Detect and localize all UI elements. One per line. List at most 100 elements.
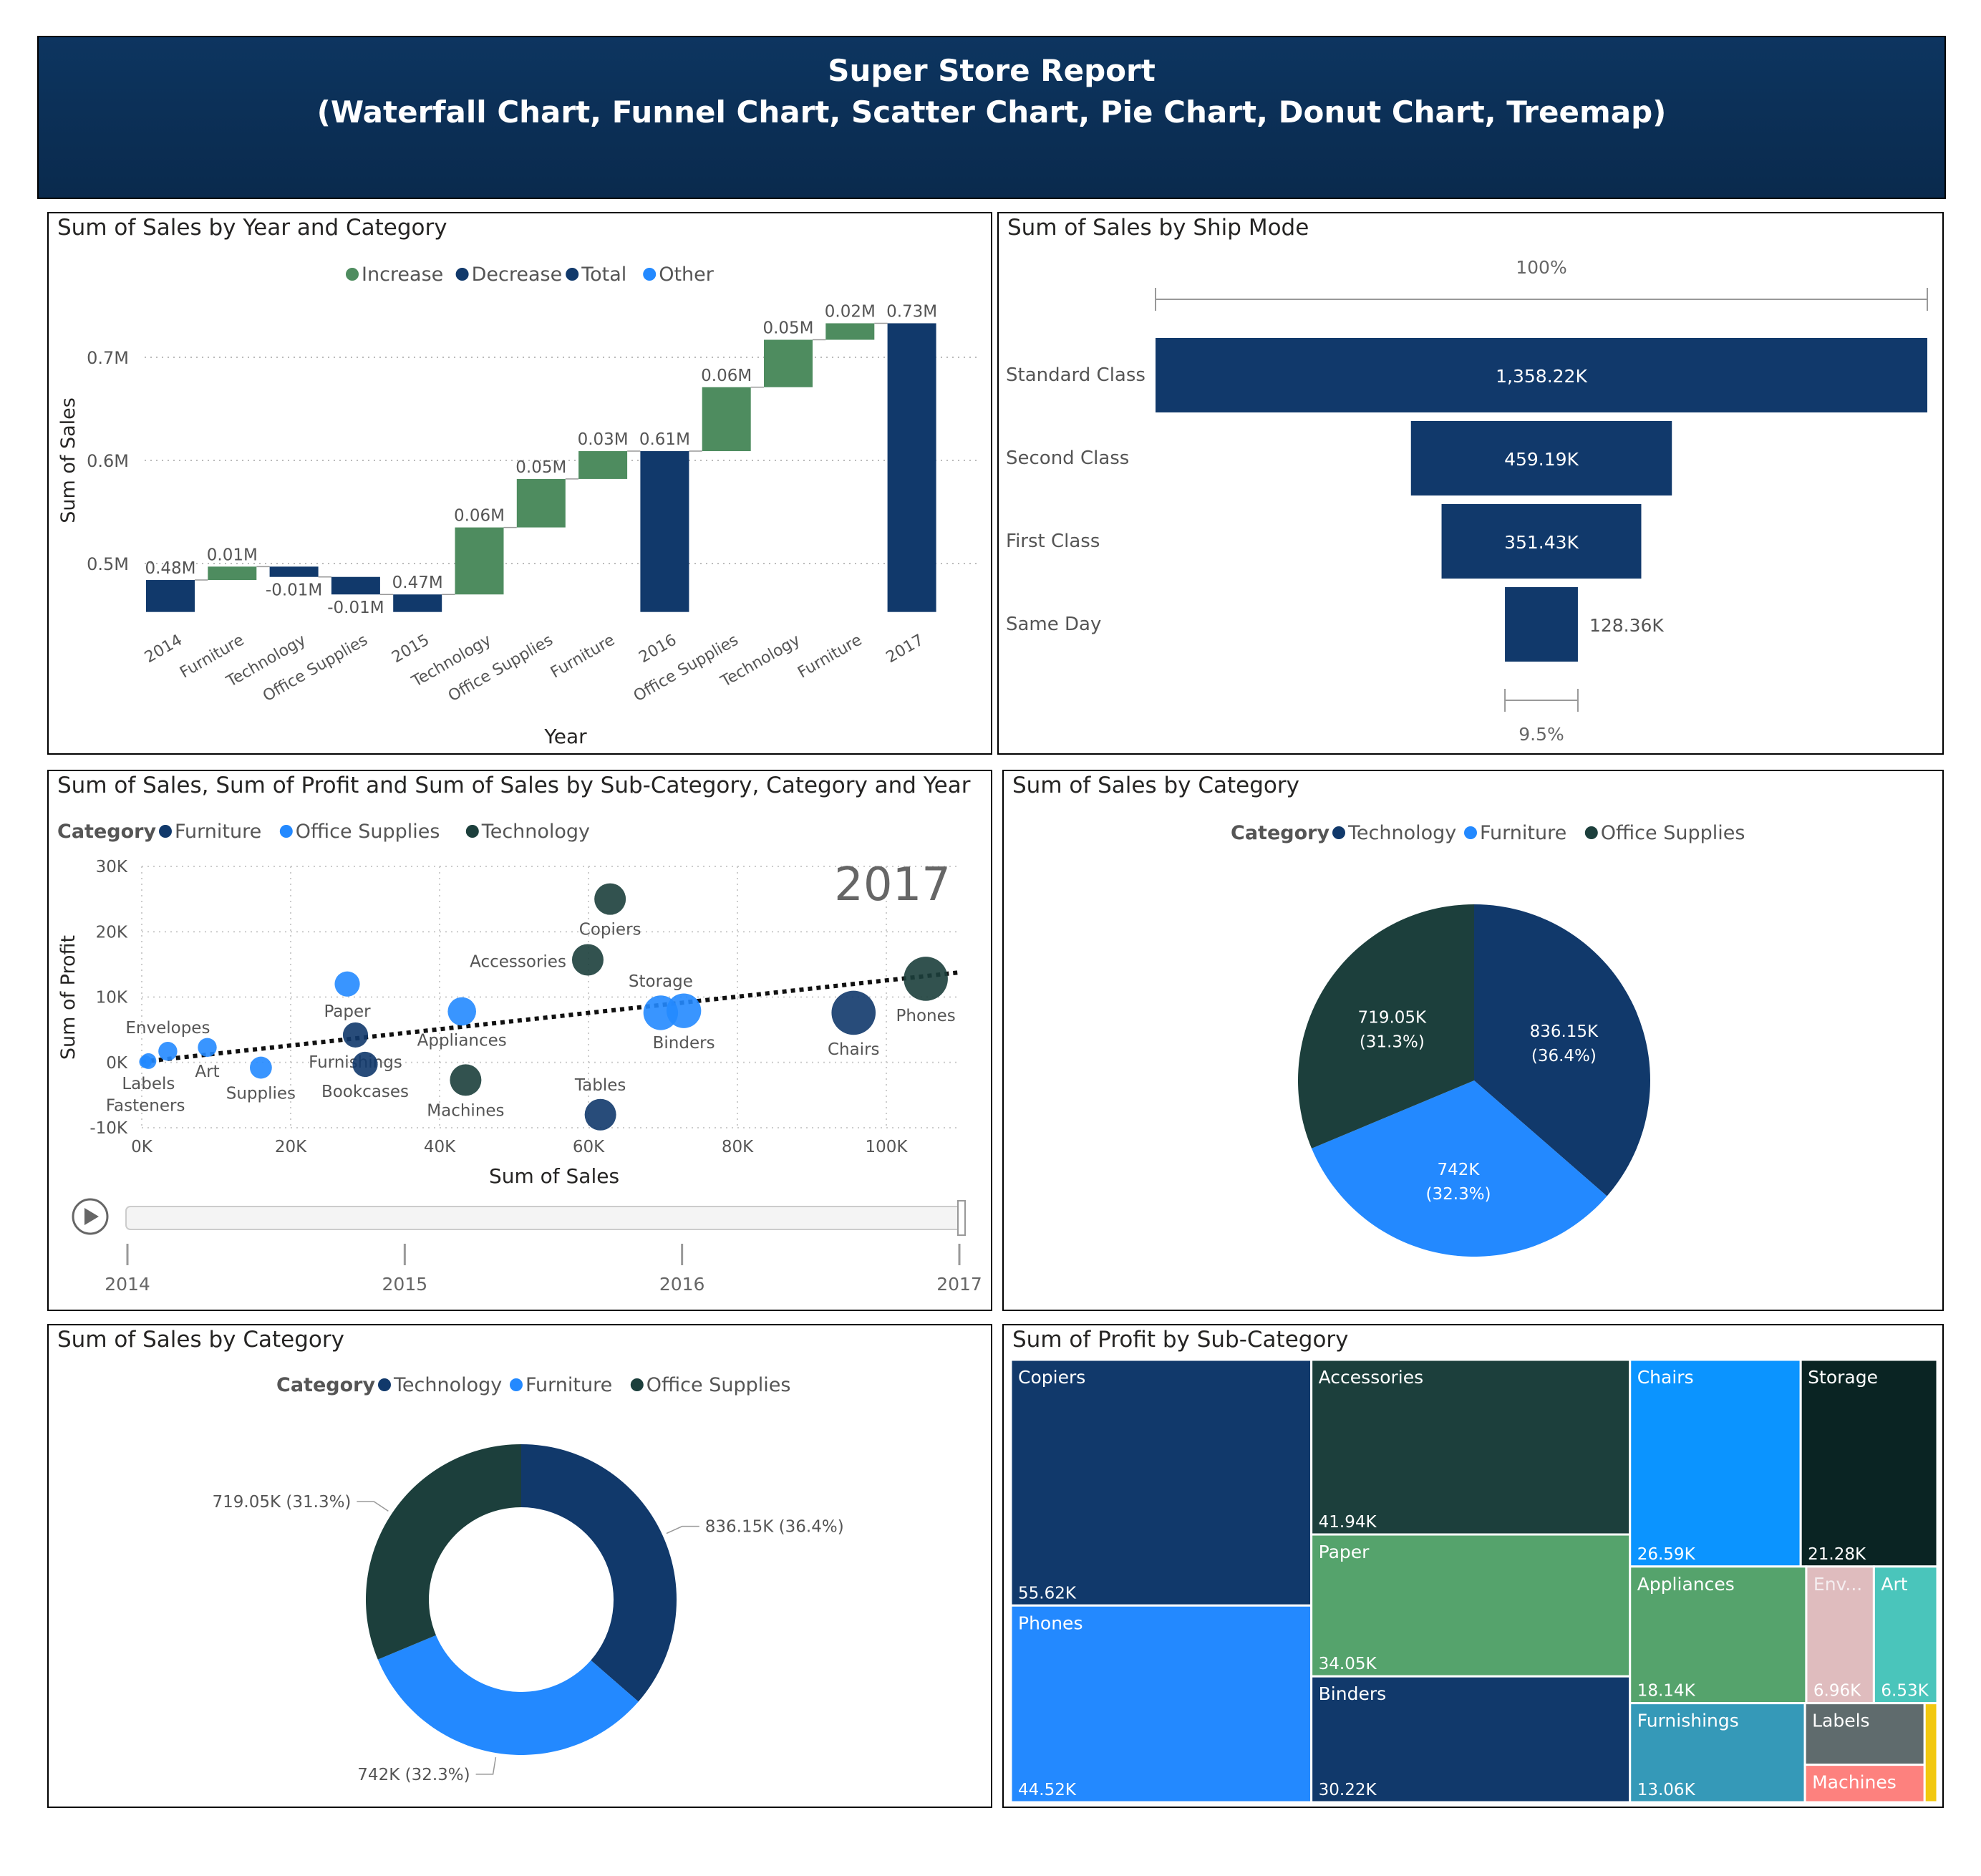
scatter-label-copiers: Copiers — [579, 921, 641, 939]
scatter-year-watermark: 2017 — [834, 859, 951, 912]
wf-xtick-7-furniture: Furniture — [548, 632, 618, 682]
donut-slice-office-supplies — [365, 1444, 521, 1660]
treemap-value-storage: 21.28K — [1808, 1545, 1866, 1564]
donut-panel[interactable]: Sum of Sales by Category Category Technol… — [47, 1324, 992, 1808]
wf-bar-4-2015 — [393, 594, 442, 612]
treemap-name-furnishings: Furnishings — [1637, 1711, 1739, 1731]
wf-ytick-0-7m: 0.7M — [87, 348, 129, 368]
scatter-label-phones: Phones — [896, 1007, 956, 1025]
scatter-label-binders: Binders — [653, 1034, 715, 1053]
scatter-panel[interactable]: Sum of Sales, Sum of Profit and Sum of S… — [47, 770, 992, 1311]
report-header: Super Store Report (Waterfall Chart, Fun… — [37, 36, 1946, 199]
donut-slice-technology — [521, 1444, 677, 1702]
wf-bar-9-office-supplies — [702, 387, 751, 452]
pie-pct-furniture: (32.3%) — [1426, 1185, 1491, 1204]
wf-xtick-4-2015: 2015 — [389, 632, 432, 667]
pie-legend-office-supplies: Office Supplies — [1601, 822, 1745, 844]
scatter-play-label-2015: 2015 — [382, 1274, 428, 1295]
scatter-y-axis-label: Sum of Profit — [57, 935, 79, 1060]
treemap-name-art: Art — [1881, 1574, 1907, 1595]
scatter-ytick-30k: 30K — [96, 858, 128, 876]
pie-panel[interactable]: Sum of Sales by Category Category Technol… — [1002, 770, 1944, 1311]
scatter-label-paper: Paper — [324, 1002, 371, 1021]
treemap-value-chairs: 26.59K — [1637, 1545, 1696, 1564]
scatter-legend-technology: Technology — [481, 821, 590, 843]
wf-legend-marker-increase — [346, 268, 359, 281]
funnel-category-first-class: First Class — [1006, 531, 1100, 552]
wf-legend-marker-total — [566, 268, 579, 281]
treemap-value-paper: 34.05K — [1319, 1655, 1377, 1673]
wf-y-axis-label: Sum of Sales — [57, 397, 79, 523]
wf-bar-7-furniture — [578, 451, 628, 479]
wf-bar-11-furniture — [825, 323, 875, 340]
scatter-point-furnishings — [342, 1022, 369, 1048]
donut-legend-title: Category — [276, 1374, 375, 1396]
donut-label-furniture: 742K (32.3%) — [357, 1766, 470, 1784]
treemap-cell-copiers — [1009, 1358, 1313, 1607]
scatter-point-binders — [666, 993, 702, 1028]
scatter-play-track — [125, 1206, 963, 1230]
scatter-point-copiers — [594, 883, 626, 915]
scatter-chart[interactable]: Category Furniture Office Supplies Technolo… — [49, 771, 991, 1310]
wf-ytick-0-5m: 0.5M — [87, 554, 129, 574]
wf-value-label-1: 0.01M — [207, 546, 258, 564]
report-subtitle: (Waterfall Chart, Funnel Chart, Scatter … — [316, 95, 1667, 130]
funnel-panel[interactable]: Sum of Sales by Ship Mode 100% Standard C… — [997, 212, 1944, 755]
pie-chart[interactable]: Category Technology Furniture Office Suppli… — [1004, 771, 1942, 1310]
wf-value-label-7: 0.03M — [578, 430, 629, 449]
wf-xtick-3-office-supplies: Office Supplies — [260, 632, 371, 706]
wf-legend-decrease: Decrease — [472, 263, 563, 286]
treemap-cell-phones — [1009, 1604, 1313, 1804]
report-title: Super Store Report — [828, 53, 1156, 88]
scatter-point-art — [198, 1038, 217, 1057]
scatter-point-envelopes — [158, 1042, 178, 1061]
treemap-chart[interactable]: Copiers 55.62K Phones 44.52K Accessories 41.9… — [1004, 1325, 1942, 1807]
pie-legend-technology: Technology — [1347, 822, 1456, 844]
scatter-xtick-40k: 40K — [424, 1138, 456, 1156]
wf-value-label-3: -0.01M — [327, 599, 384, 617]
scatter-play-label-2017: 2017 — [936, 1274, 982, 1295]
treemap-name-env: Env... — [1813, 1574, 1862, 1595]
wf-bar-10-technology — [764, 339, 813, 387]
donut-legend-technology: Technology — [393, 1374, 502, 1396]
treemap-name-accessories: Accessories — [1319, 1367, 1424, 1388]
wf-value-label-9: 0.06M — [701, 367, 752, 385]
waterfall-chart[interactable]: Increase Decrease Total Other0.5M0.6M0.7MSu… — [49, 213, 991, 753]
donut-chart[interactable]: Category Technology Furniture Office Suppli… — [49, 1325, 991, 1807]
donut-legend-marker-technology — [378, 1378, 391, 1391]
waterfall-panel[interactable]: Sum of Sales by Year and Category Increa… — [47, 212, 992, 755]
treemap-value-phones: 44.52K — [1018, 1781, 1077, 1799]
wf-bar-0-2014 — [146, 580, 195, 612]
treemap-panel[interactable]: Sum of Profit by Sub-Category Copiers 55.… — [1002, 1324, 1944, 1808]
scatter-legend-office-supplies: Office Supplies — [296, 821, 440, 843]
wf-xtick-9-office-supplies: Office Supplies — [631, 632, 742, 706]
treemap-name-paper: Paper — [1319, 1542, 1370, 1562]
wf-bar-8-2016 — [640, 451, 689, 612]
wf-bar-3-office-supplies — [331, 576, 380, 595]
funnel-value-first-class: 351.43K — [1504, 532, 1579, 553]
treemap-cell-chairs — [1629, 1358, 1802, 1568]
donut-label-technology: 836.15K (36.4%) — [705, 1518, 844, 1537]
donut-legend-marker-office-supplies — [630, 1378, 644, 1391]
donut-legend-office-supplies: Office Supplies — [646, 1374, 791, 1396]
scatter-play-label-2016: 2016 — [659, 1274, 705, 1295]
donut-legend-marker-furniture — [510, 1378, 523, 1391]
treemap-name-phones: Phones — [1018, 1613, 1082, 1633]
scatter-label-bookcases: Bookcases — [321, 1083, 409, 1101]
pie-value-furniture: 742K — [1438, 1161, 1481, 1179]
funnel-category-second-class: Second Class — [1006, 448, 1129, 469]
wf-value-label-2: -0.01M — [266, 581, 322, 600]
funnel-bar-same-day — [1505, 587, 1578, 662]
donut-label-office-supplies: 719.05K (31.3%) — [213, 1493, 352, 1512]
wf-xtick-11-furniture: Furniture — [795, 632, 865, 682]
wf-legend-marker-other — [643, 268, 657, 281]
funnel-chart[interactable]: 100% Standard Class 1,358.22K Second Class 4… — [999, 213, 1942, 753]
wf-value-label-0: 0.48M — [145, 559, 195, 578]
pie-value-technology: 836.15K — [1530, 1022, 1599, 1041]
treemap-name-labels: Labels — [1812, 1711, 1869, 1731]
scatter-point-accessories — [571, 944, 604, 976]
scatter-label-envelopes: Envelopes — [125, 1019, 210, 1038]
donut-leader-technology — [666, 1525, 699, 1534]
treemap-value-appliances: 18.14K — [1637, 1682, 1696, 1701]
wf-bar-12-2017 — [887, 323, 936, 612]
